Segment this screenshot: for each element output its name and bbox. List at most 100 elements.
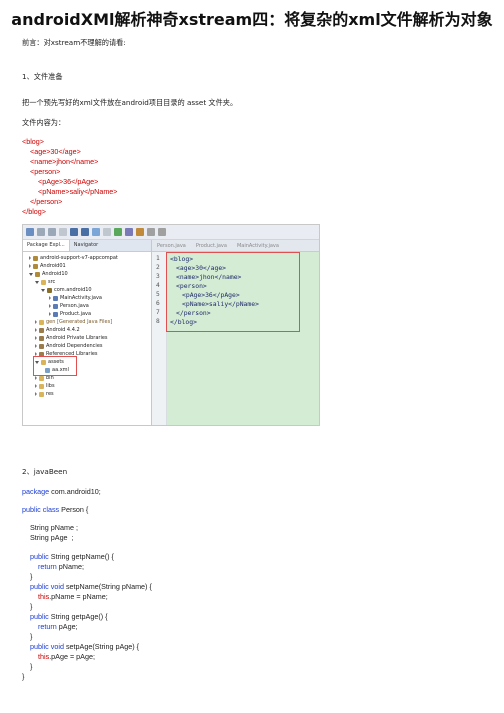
expand-icon[interactable]: [29, 264, 31, 268]
java-keyword: public: [30, 612, 49, 621]
expand-icon[interactable]: [49, 312, 51, 316]
expand-icon[interactable]: [35, 376, 37, 380]
line-number: 2: [156, 264, 160, 271]
editor-tab-mainactivity[interactable]: MainActivity.java: [232, 243, 284, 249]
editor-tab-product[interactable]: Product.java: [191, 243, 232, 249]
line-number: 4: [156, 282, 160, 289]
java-line: return pAge;: [38, 622, 78, 633]
save-icon[interactable]: [37, 228, 45, 236]
tree-item[interactable]: src: [35, 278, 55, 286]
java-text: com.android10;: [49, 487, 101, 496]
import-icon[interactable]: [81, 228, 89, 236]
xml-line: </person>: [30, 197, 62, 208]
folder-icon: [39, 375, 44, 381]
tree-item[interactable]: res: [35, 390, 54, 398]
paragraph-xml-location: 把一个预先写好的xml文件放在android项目目录的 asset 文件夹。: [22, 98, 238, 107]
tree-label: Person.java: [60, 303, 89, 309]
java-line: this.pName = pName;: [38, 592, 108, 603]
expand-icon[interactable]: [35, 336, 37, 340]
device-icon[interactable]: [92, 228, 100, 236]
ide-toolbar: [23, 225, 319, 240]
tree-item[interactable]: Person.java: [49, 302, 89, 310]
tab-navigator[interactable]: Navigator: [70, 240, 102, 251]
tree-item[interactable]: Android10: [29, 270, 68, 278]
tree-item[interactable]: libs: [35, 382, 55, 390]
library-icon: [39, 335, 44, 341]
xml-tag: <name>jhon</name>: [30, 157, 99, 166]
tree-item[interactable]: Android Private Libraries: [35, 334, 108, 342]
tree-item[interactable]: gen [Generated Java Files]: [35, 318, 112, 326]
ide-screenshot: Package Expl... Navigator android-suppor…: [22, 224, 320, 426]
xml-line: <age>30</age>: [30, 147, 81, 158]
expand-icon[interactable]: [49, 304, 51, 308]
expand-icon[interactable]: [29, 256, 31, 260]
folder-icon: [39, 383, 44, 389]
java-line: public String getpAge() {: [30, 612, 108, 623]
project-icon: [33, 263, 38, 269]
nav-back-icon[interactable]: [147, 228, 155, 236]
tools-icon[interactable]: [136, 228, 144, 236]
line-number: 3: [156, 273, 160, 280]
tree-label: gen [Generated Java Files]: [46, 319, 113, 325]
collapse-icon[interactable]: [35, 280, 39, 284]
tree-item[interactable]: com.android10: [41, 286, 92, 294]
tree-item[interactable]: Android 4.4.2: [35, 326, 80, 334]
xml-tag: </person>: [30, 197, 63, 206]
debug-icon[interactable]: [103, 228, 111, 236]
java-line: }: [30, 632, 33, 641]
java-keyword: public: [30, 552, 49, 561]
collapse-icon[interactable]: [29, 272, 33, 276]
java-keyword: this: [38, 592, 50, 601]
print-icon[interactable]: [59, 228, 67, 236]
java-line: }: [30, 572, 33, 581]
tree-item[interactable]: Android Dependencies: [35, 342, 103, 350]
package-icon: [47, 287, 52, 293]
java-keyword: this: [38, 652, 50, 661]
folder-icon: [39, 319, 44, 325]
java-line: }: [30, 662, 33, 671]
tree-label: libs: [46, 383, 55, 389]
java-text: .pName = pName;: [49, 592, 108, 601]
tree-item[interactable]: Product.java: [49, 310, 91, 318]
xml-line: <pName>saliy</pName>: [38, 187, 118, 198]
tree-label: Android 4.4.2: [46, 327, 80, 333]
save-all-icon[interactable]: [48, 228, 56, 236]
java-file-icon: [53, 311, 58, 317]
expand-icon[interactable]: [35, 320, 37, 324]
java-line: }: [30, 602, 33, 611]
tree-label: android-support-v7-appcompat: [40, 255, 118, 261]
java-keyword: return: [38, 562, 57, 571]
project-icon: [35, 271, 40, 277]
tree-item[interactable]: MainActivity.java: [49, 294, 102, 302]
download-icon[interactable]: [70, 228, 78, 236]
new-file-icon[interactable]: [26, 228, 34, 236]
tab-package-explorer[interactable]: Package Expl...: [23, 240, 70, 251]
search-icon[interactable]: [125, 228, 133, 236]
java-text: Person {: [59, 505, 89, 514]
tree-label: res: [46, 391, 54, 397]
tree-item[interactable]: android-support-v7-appcompat: [29, 254, 118, 262]
xml-tag: <pName>saliy</pName>: [38, 187, 118, 196]
expand-icon[interactable]: [35, 384, 37, 388]
library-icon: [39, 343, 44, 349]
run-icon[interactable]: [114, 228, 122, 236]
code-editor[interactable]: 1 2 3 4 5 6 7 8 <blog> <age>30</age> <na…: [152, 252, 319, 425]
section-heading-file-prep: 1、文件准备: [22, 72, 63, 81]
expand-icon[interactable]: [35, 344, 37, 348]
nav-forward-icon[interactable]: [158, 228, 166, 236]
java-text: pName;: [56, 562, 84, 571]
paragraph-file-content: 文件内容为：: [22, 118, 66, 127]
xml-line: <pAge>36</pAge>: [38, 177, 98, 188]
tree-item[interactable]: Android01: [29, 262, 66, 270]
expand-icon[interactable]: [35, 328, 37, 332]
java-line: String pName ;: [30, 523, 78, 532]
page-title: androidXMl解析神奇xstream四：将复杂的xml文件解析为对象: [11, 10, 493, 29]
expand-icon[interactable]: [49, 296, 51, 300]
java-keyword: public void: [30, 582, 64, 591]
line-number: 8: [156, 318, 160, 325]
java-keyword: public class: [22, 505, 60, 514]
collapse-icon[interactable]: [41, 288, 45, 292]
java-line: public String getpName() {: [30, 552, 114, 563]
expand-icon[interactable]: [35, 392, 37, 396]
editor-tab-person[interactable]: Person.java: [152, 243, 191, 249]
